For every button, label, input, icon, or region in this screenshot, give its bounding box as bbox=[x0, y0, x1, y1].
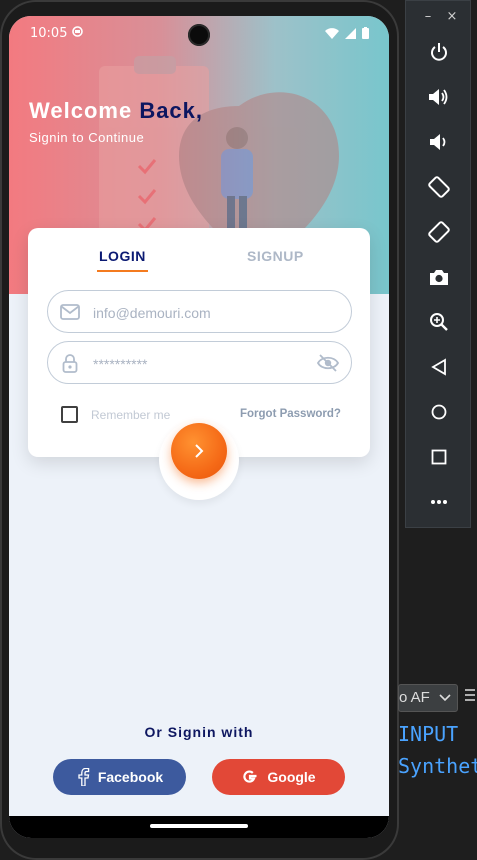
google-icon bbox=[243, 770, 257, 783]
wifi-icon bbox=[325, 27, 339, 39]
gesture-navigation-bar bbox=[9, 816, 389, 838]
chevron-right-icon bbox=[195, 444, 204, 458]
power-icon bbox=[431, 43, 447, 61]
ide-code-line-1: INPUT bbox=[398, 722, 459, 746]
remember-me[interactable]: Remember me bbox=[61, 406, 173, 423]
rotate-right-icon bbox=[428, 221, 450, 243]
app-notification-icon bbox=[72, 26, 83, 40]
google-label: Google bbox=[267, 769, 316, 785]
home-button[interactable] bbox=[426, 399, 452, 425]
screenshot-button[interactable] bbox=[426, 264, 452, 290]
password-input[interactable] bbox=[91, 342, 325, 385]
overview-icon bbox=[431, 449, 447, 465]
welcome-subtitle: Signin to Continue bbox=[29, 130, 145, 145]
submit-button[interactable] bbox=[171, 423, 227, 479]
chevron-down-icon bbox=[439, 694, 451, 702]
more-button[interactable] bbox=[426, 489, 452, 515]
mail-icon bbox=[60, 304, 80, 320]
rotate-left-icon bbox=[428, 176, 450, 198]
remember-label: Remember me bbox=[91, 407, 171, 422]
email-input[interactable] bbox=[91, 291, 325, 334]
volume-down-icon bbox=[430, 134, 446, 150]
more-icon bbox=[431, 500, 447, 504]
back-icon bbox=[431, 358, 446, 376]
emulator-toolbar: – × bbox=[405, 0, 471, 528]
remember-checkbox[interactable] bbox=[61, 406, 78, 423]
rotate-left-button[interactable] bbox=[426, 174, 452, 200]
forgot-password-link[interactable]: Forgot Password? bbox=[240, 408, 341, 420]
back-button[interactable] bbox=[426, 354, 452, 380]
facebook-label: Facebook bbox=[97, 769, 164, 785]
overview-button[interactable] bbox=[426, 444, 452, 470]
zoom-icon bbox=[430, 313, 448, 331]
rotate-right-button[interactable] bbox=[426, 219, 452, 245]
signal-icon bbox=[345, 27, 356, 39]
volume-down-button[interactable] bbox=[426, 129, 452, 155]
home-gesture-handle[interactable] bbox=[150, 824, 248, 828]
tab-signup[interactable]: SIGNUP bbox=[247, 248, 304, 264]
social-heading: Or Signin with bbox=[144, 724, 254, 740]
front-camera bbox=[188, 24, 210, 46]
volume-up-button[interactable] bbox=[426, 84, 452, 110]
email-field[interactable] bbox=[47, 290, 352, 334]
welcome-accent: Back, bbox=[139, 98, 204, 123]
google-button[interactable]: Google bbox=[212, 759, 345, 795]
tab-login[interactable]: LOGIN bbox=[97, 248, 148, 272]
eye-off-icon[interactable] bbox=[317, 353, 339, 373]
welcome-heading: Welcome Back, bbox=[29, 98, 204, 123]
facebook-button[interactable]: Facebook bbox=[53, 759, 186, 795]
status-time: 10:05 bbox=[30, 26, 68, 41]
facebook-icon bbox=[78, 768, 90, 786]
status-bar: 10:05 bbox=[9, 16, 389, 54]
camera-icon bbox=[430, 270, 448, 285]
volume-up-icon bbox=[429, 89, 448, 105]
ide-code-line-2: Synthet bbox=[398, 754, 477, 778]
zoom-button[interactable] bbox=[426, 309, 452, 335]
password-field[interactable] bbox=[47, 341, 352, 385]
submit-button-ring bbox=[159, 420, 239, 500]
ide-config-dropdown[interactable]: o AF bbox=[398, 684, 458, 712]
close-button[interactable]: × bbox=[443, 9, 461, 24]
phone-screen: 10:05 Welcome Back, Signin to Continue L… bbox=[9, 16, 389, 838]
battery-icon bbox=[362, 27, 369, 39]
ide-menu-icon[interactable] bbox=[465, 688, 475, 702]
ide-dropdown-text: o AF bbox=[399, 689, 430, 706]
minimize-button[interactable]: – bbox=[419, 9, 437, 24]
power-button[interactable] bbox=[426, 39, 452, 65]
lock-icon bbox=[62, 354, 78, 373]
heart-clipboard-illustration bbox=[99, 56, 339, 256]
home-icon bbox=[431, 404, 447, 420]
phone-frame: 10:05 Welcome Back, Signin to Continue L… bbox=[0, 0, 399, 860]
